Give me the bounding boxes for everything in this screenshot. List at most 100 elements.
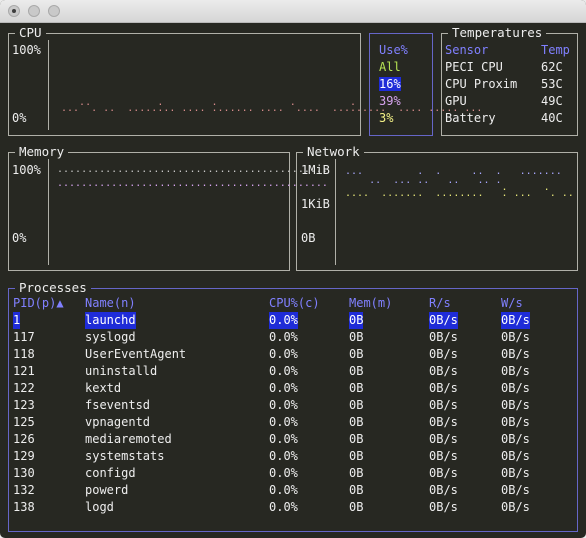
- process-w-cell: 0B/s: [501, 449, 530, 463]
- process-mem-cell: 0B: [349, 312, 364, 329]
- process-pid-cell: 129: [13, 449, 35, 463]
- process-w-cell: 0B/s: [501, 500, 530, 514]
- table-row-selected[interactable]: 1 launchd 0.0% 0B 0B/s 0B/s: [13, 312, 573, 329]
- process-pid-cell: 117: [13, 330, 35, 344]
- table-row[interactable]: 132 powerd 0.0% 0B 0B/s 0B/s: [13, 482, 573, 499]
- process-w-cell: 0B/s: [501, 398, 530, 412]
- process-mem-cell: 0B: [349, 364, 364, 378]
- process-w-cell: 0B/s: [501, 432, 530, 446]
- process-mem-cell: 0B: [349, 466, 364, 480]
- memory-usage-line: ........................................…: [57, 164, 328, 175]
- process-r-cell: 0B/s: [429, 364, 458, 378]
- temperatures-panel: Temperatures Sensor Temp PECI CPU 62C CP…: [441, 25, 578, 136]
- process-cpu-cell: 0.0%: [269, 449, 298, 463]
- table-row[interactable]: 123 fseventsd 0.0% 0B 0B/s 0B/s: [13, 397, 573, 414]
- process-name-cell: configd: [85, 466, 136, 480]
- process-cpu-cell: 0.0%: [269, 381, 298, 395]
- cpu-use-header: Use%: [379, 43, 408, 57]
- process-name-cell: kextd: [85, 381, 122, 395]
- process-pid-cell: 130: [13, 466, 35, 480]
- table-row[interactable]: 121 uninstalld 0.0% 0B 0B/s 0B/s: [13, 363, 573, 380]
- process-cpu-cell: 0.0%: [269, 398, 298, 412]
- process-name-cell: uninstalld: [85, 364, 158, 378]
- process-pid-cell: 1: [13, 312, 21, 329]
- table-row[interactable]: 138 logd 0.0% 0B 0B/s 0B/s: [13, 499, 573, 516]
- network-panel: Network 1MiB 1KiB 0B ... . . .. . ......…: [296, 144, 578, 271]
- process-cpu-cell: 0.0%: [269, 483, 298, 497]
- process-name-cell: UserEventAgent: [85, 347, 187, 361]
- process-mem-cell: 0B: [349, 483, 364, 497]
- process-cpu-cell: 0.0%: [269, 347, 298, 361]
- cpu-legend-core-1[interactable]: 16%: [379, 77, 401, 91]
- process-r-cell: 0B/s: [429, 432, 458, 446]
- process-cpu-cell: 0.0%: [269, 466, 298, 480]
- process-w-cell: 0B/s: [501, 364, 530, 378]
- memory-graph-axis: [48, 159, 49, 265]
- process-w-cell: 0B/s: [501, 466, 530, 480]
- process-name-cell: powerd: [85, 483, 129, 497]
- cpu-panel: CPU 100% 0% .. . . . . ... . .. ........…: [8, 25, 482, 136]
- minimize-window-button[interactable]: [28, 5, 40, 17]
- zoom-window-button[interactable]: [48, 5, 60, 17]
- sensor-temp: 40C: [541, 111, 563, 125]
- processes-panel-title: Processes: [15, 280, 91, 296]
- process-cpu-cell: 0.0%: [269, 500, 298, 514]
- process-pid-cell: 121: [13, 364, 35, 378]
- process-w-cell: 0B/s: [501, 347, 530, 361]
- process-mem-cell: 0B: [349, 415, 364, 429]
- table-row[interactable]: 118 UserEventAgent 0.0% 0B 0B/s 0B/s: [13, 346, 573, 363]
- process-cpu-cell: 0.0%: [269, 312, 298, 329]
- process-mem-cell: 0B: [349, 330, 364, 344]
- cpu-min-label: 0%: [12, 111, 27, 125]
- process-pid-cell: 138: [13, 500, 35, 514]
- sensor-name: PECI CPU: [445, 60, 503, 74]
- mem-column-header[interactable]: Mem(m): [349, 295, 392, 312]
- process-r-cell: 0B/s: [429, 466, 458, 480]
- title-bar: [0, 0, 586, 23]
- process-cpu-cell: 0.0%: [269, 432, 298, 446]
- name-column-header[interactable]: Name(n): [85, 295, 136, 312]
- process-cpu-cell: 0.0%: [269, 364, 298, 378]
- write-column-header: W/s: [501, 296, 523, 310]
- sensor-temp: 49C: [541, 94, 563, 108]
- process-r-cell: 0B/s: [429, 449, 458, 463]
- network-tx-line-lower: .... ....... ........ . ... . ..: [345, 188, 574, 199]
- close-window-button[interactable]: [8, 5, 20, 17]
- cpu-legend-core-2: 39%: [379, 94, 401, 108]
- process-cpu-cell: 0.0%: [269, 330, 298, 344]
- network-panel-title: Network: [303, 144, 364, 160]
- terminal-window: CPU 100% 0% .. . . . . ... . .. ........…: [0, 0, 586, 538]
- table-row[interactable]: 129 systemstats 0.0% 0B 0B/s 0B/s: [13, 448, 573, 465]
- process-name-cell: logd: [85, 500, 114, 514]
- table-row[interactable]: 130 configd 0.0% 0B 0B/s 0B/s: [13, 465, 573, 482]
- process-w-cell: 0B/s: [501, 381, 530, 395]
- process-r-cell: 0B/s: [429, 500, 458, 514]
- cpu-graph-axis: [48, 40, 49, 130]
- table-row[interactable]: 125 vpnagentd 0.0% 0B 0B/s 0B/s: [13, 414, 573, 431]
- process-r-cell: 0B/s: [429, 330, 458, 344]
- process-w-cell: 0B/s: [501, 483, 530, 497]
- process-mem-cell: 0B: [349, 347, 364, 361]
- process-name-cell: syslogd: [85, 330, 136, 344]
- sensor-temp: 62C: [541, 60, 563, 74]
- cpu-max-label: 100%: [12, 43, 41, 57]
- table-row[interactable]: 122 kextd 0.0% 0B 0B/s 0B/s: [13, 380, 573, 397]
- network-bottom-label: 0B: [301, 231, 316, 245]
- cpu-legend-all: All: [379, 60, 401, 74]
- memory-max-label: 100%: [12, 163, 41, 177]
- table-row[interactable]: 126 mediaremoted 0.0% 0B 0B/s 0B/s: [13, 431, 573, 448]
- cpu-column-header[interactable]: CPU%(c): [269, 295, 320, 312]
- cpu-legend-core-3: 3%: [379, 111, 394, 125]
- process-r-cell: 0B/s: [429, 381, 458, 395]
- process-name-cell: mediaremoted: [85, 432, 172, 446]
- sensor-name: GPU: [445, 94, 467, 108]
- process-pid-cell: 122: [13, 381, 35, 395]
- process-name-cell: fseventsd: [85, 398, 151, 412]
- table-row[interactable]: 117 syslogd 0.0% 0B 0B/s 0B/s: [13, 329, 573, 346]
- sensor-temp: 53C: [541, 77, 563, 91]
- network-top-label: 1MiB: [301, 163, 330, 177]
- memory-min-label: 0%: [12, 231, 27, 245]
- process-pid-cell: 123: [13, 398, 35, 412]
- pid-column-header[interactable]: PID(p)▲: [13, 295, 64, 312]
- process-r-cell: 0B/s: [429, 483, 458, 497]
